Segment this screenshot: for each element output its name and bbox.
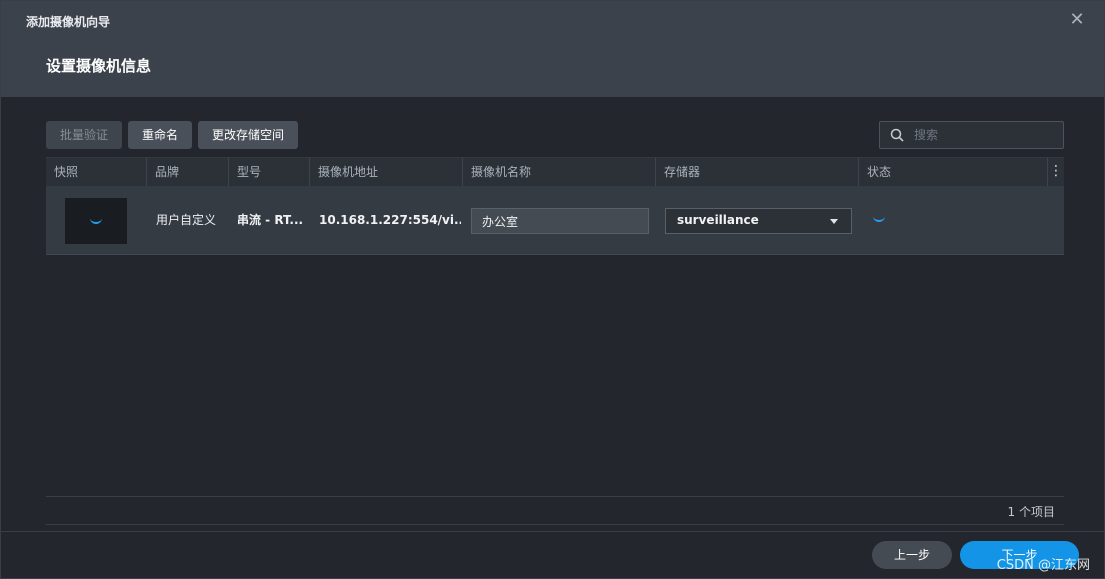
table-footer-divider: [46, 496, 1064, 497]
window-title: 添加摄像机向导: [26, 15, 111, 29]
search-input[interactable]: [914, 126, 1054, 144]
batch-verify-button[interactable]: 批量验证: [46, 121, 122, 149]
table-row[interactable]: 用户自定义 串流 - RT... 10.168.1.227:554/vi... …: [46, 186, 1064, 255]
column-address[interactable]: 摄像机地址: [310, 158, 463, 187]
camera-name-input[interactable]: [471, 208, 649, 234]
column-menu-icon[interactable]: ⋮: [1048, 158, 1064, 187]
column-snapshot[interactable]: 快照: [46, 158, 147, 187]
column-camera-name[interactable]: 摄像机名称: [463, 158, 656, 187]
snapshot-thumbnail: [65, 198, 127, 244]
rename-button[interactable]: 重命名: [128, 121, 192, 149]
column-model[interactable]: 型号: [229, 158, 310, 187]
search-icon: [890, 128, 904, 142]
footer-divider: [1, 531, 1104, 532]
status-loading-icon: [873, 216, 885, 222]
close-icon: ✕: [1069, 9, 1085, 30]
close-button[interactable]: ✕: [1066, 9, 1088, 31]
column-storage[interactable]: 存储器: [656, 158, 859, 187]
change-storage-button[interactable]: 更改存储空间: [198, 121, 298, 149]
column-status[interactable]: 状态: [859, 158, 1048, 187]
page-title: 设置摄像机信息: [46, 57, 152, 75]
add-camera-wizard-dialog: 添加摄像机向导 ✕ 设置摄像机信息 批量验证 重命名 更改存储空间 快照 品牌 …: [0, 0, 1105, 579]
previous-button[interactable]: 上一步: [872, 541, 952, 569]
chevron-down-icon: [830, 219, 838, 224]
search-box[interactable]: [879, 121, 1064, 149]
column-brand[interactable]: 品牌: [147, 158, 229, 187]
brand-cell: 用户自定义: [156, 213, 217, 227]
table-header: 快照 品牌 型号 摄像机地址 摄像机名称 存储器 状态 ⋮: [46, 157, 1064, 187]
loading-spinner-icon: [90, 218, 102, 224]
model-cell: 串流 - RT...: [237, 213, 304, 227]
storage-dropdown[interactable]: surveillance: [665, 208, 852, 234]
item-count: 1 个项目: [1007, 505, 1055, 519]
watermark: CSDN @江东网: [996, 558, 1090, 573]
storage-value: surveillance: [677, 213, 759, 227]
address-cell: 10.168.1.227:554/vi...: [319, 213, 461, 227]
table-bottom-divider: [46, 524, 1064, 525]
dialog-header: 添加摄像机向导 ✕ 设置摄像机信息: [1, 1, 1104, 97]
